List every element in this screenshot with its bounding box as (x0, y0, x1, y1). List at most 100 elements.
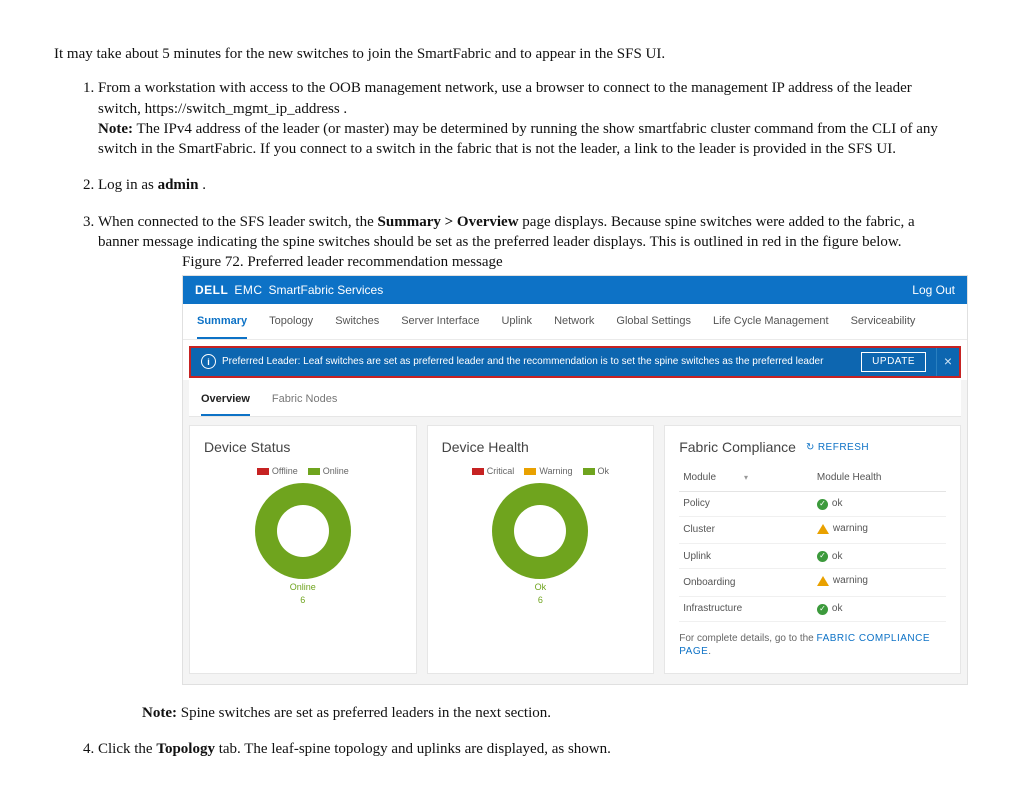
logout-link[interactable]: Log Out (912, 282, 955, 298)
sfs-topbar: DELL EMC SmartFabric Services Log Out (183, 276, 967, 304)
refresh-icon: ↻ (806, 441, 815, 455)
legend-warning: Warning (539, 465, 572, 477)
card-device-health: Device Health Critical Warning Ok Ok6 (427, 425, 655, 673)
swatch-ok (583, 468, 595, 475)
figure-caption: Figure 72. Preferred leader recommendati… (182, 252, 940, 272)
cell-module: Onboarding (679, 569, 813, 596)
step-3-breadcrumb: Summary > Overview (378, 214, 519, 230)
step-4c: tab. The leaf-spine topology and uplinks… (215, 741, 611, 757)
banner-text: Preferred Leader: Leaf switches are set … (222, 355, 823, 369)
tab-lifecycle[interactable]: Life Cycle Management (713, 314, 829, 339)
cell-module: Cluster (679, 516, 813, 543)
preferred-leader-banner-outline: i Preferred Leader: Leaf switches are se… (189, 346, 961, 378)
banner-close-button[interactable]: × (936, 348, 959, 376)
swatch-online (308, 468, 320, 475)
table-row: Uplink✓ok (679, 544, 946, 569)
tab-server-interface[interactable]: Server Interface (401, 314, 479, 339)
refresh-label: REFRESH (818, 441, 869, 455)
step-4a: Click the (98, 741, 156, 757)
warning-icon (817, 524, 829, 534)
tab-global-settings[interactable]: Global Settings (616, 314, 691, 339)
swatch-warning (524, 468, 536, 475)
steps-list: From a workstation with access to the OO… (78, 78, 970, 759)
step-1-text: From a workstation with access to the OO… (98, 80, 912, 116)
subtab-overview[interactable]: Overview (201, 392, 250, 417)
step-1-note: The IPv4 address of the leader (or maste… (98, 121, 938, 157)
tab-topology[interactable]: Topology (269, 314, 313, 339)
table-row: Policy✓ok (679, 491, 946, 516)
tab-uplink[interactable]: Uplink (501, 314, 532, 339)
brand-service: SmartFabric Services (269, 282, 384, 298)
intro-text: It may take about 5 minutes for the new … (54, 44, 970, 64)
status-legend: Offline Online (204, 465, 402, 477)
card-title-health: Device Health (442, 438, 640, 457)
post-figure-note-text: Spine switches are set as preferred lead… (177, 705, 551, 721)
compliance-footer-text: For complete details, go to the (679, 633, 816, 644)
table-row: Clusterwarning (679, 516, 946, 543)
info-icon: i (201, 354, 216, 369)
card-title-compliance: Fabric Compliance (679, 438, 796, 457)
step-2a: Log in as (98, 177, 158, 193)
document-page: It may take about 5 minutes for the new … (0, 0, 1024, 805)
post-figure-note: Note: Spine switches are set as preferre… (142, 703, 940, 723)
card-device-status: Device Status Offline Online Online6 (189, 425, 417, 673)
th-module[interactable]: Module (679, 465, 813, 491)
legend-offline: Offline (272, 465, 298, 477)
tab-network[interactable]: Network (554, 314, 594, 339)
status-donut-label: Online6 (204, 581, 402, 605)
step-4: Click the Topology tab. The leaf-spine t… (98, 739, 970, 759)
th-module-health: Module Health (813, 465, 946, 491)
legend-online: Online (323, 465, 349, 477)
note-label: Note: (98, 121, 133, 137)
legend-ok: Ok (598, 465, 610, 477)
step-2: Log in as admin . (98, 175, 970, 195)
subtab-fabric-nodes[interactable]: Fabric Nodes (272, 392, 337, 417)
check-icon: ✓ (817, 551, 828, 562)
legend-critical: Critical (487, 465, 515, 477)
step-2c: . (198, 177, 206, 193)
tab-serviceability[interactable]: Serviceability (851, 314, 916, 339)
sfs-brand: DELL EMC SmartFabric Services (195, 282, 383, 298)
compliance-footer: For complete details, go to the FABRIC C… (679, 632, 946, 659)
health-donut (492, 483, 588, 579)
sfs-subtabs: Overview Fabric Nodes (189, 380, 961, 418)
step-3: When connected to the SFS leader switch,… (98, 212, 970, 724)
card-title-status: Device Status (204, 438, 402, 457)
sfs-main-tabs: Summary Topology Switches Server Interfa… (183, 304, 967, 340)
swatch-offline (257, 468, 269, 475)
brand-dell: DELL (195, 282, 228, 298)
sfs-screenshot: DELL EMC SmartFabric Services Log Out Sum… (182, 275, 968, 685)
cell-health: warning (813, 516, 946, 543)
check-icon: ✓ (817, 499, 828, 510)
swatch-critical (472, 468, 484, 475)
status-donut (255, 483, 351, 579)
step-3a: When connected to the SFS leader switch,… (98, 214, 378, 230)
tab-summary[interactable]: Summary (197, 314, 247, 339)
cell-module: Uplink (679, 544, 813, 569)
sfs-body: Overview Fabric Nodes Device Status Offl… (183, 380, 967, 684)
cell-health: ✓ok (813, 544, 946, 569)
check-icon: ✓ (817, 604, 828, 615)
step-4-topology: Topology (156, 741, 215, 757)
health-legend: Critical Warning Ok (442, 465, 640, 477)
preferred-leader-banner: i Preferred Leader: Leaf switches are se… (191, 348, 936, 376)
compliance-tbody: Policy✓okClusterwarningUplink✓okOnboardi… (679, 491, 946, 621)
card-fabric-compliance: Fabric Compliance ↻ REFRESH Module (664, 425, 961, 673)
refresh-link[interactable]: ↻ REFRESH (806, 441, 869, 455)
step-1: From a workstation with access to the OO… (98, 78, 970, 159)
brand-emc: EMC (234, 282, 262, 298)
update-button[interactable]: UPDATE (861, 352, 926, 372)
table-row: Infrastructure✓ok (679, 596, 946, 621)
cell-health: ✓ok (813, 596, 946, 621)
cell-module: Infrastructure (679, 596, 813, 621)
sfs-cards: Device Status Offline Online Online6 (189, 425, 961, 673)
compliance-table: Module Module Health Policy✓okClusterwar… (679, 465, 946, 621)
cell-module: Policy (679, 491, 813, 516)
step-2-admin: admin (158, 177, 199, 193)
cell-health: ✓ok (813, 491, 946, 516)
tab-switches[interactable]: Switches (335, 314, 379, 339)
cell-health: warning (813, 569, 946, 596)
table-row: Onboardingwarning (679, 569, 946, 596)
warning-icon (817, 576, 829, 586)
health-donut-label: Ok6 (442, 581, 640, 605)
